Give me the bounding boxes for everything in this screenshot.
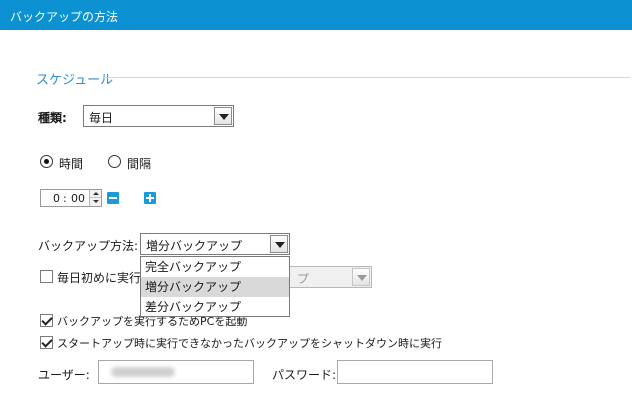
option-differential-backup[interactable]: 差分バックアップ: [141, 297, 289, 317]
spin-down-icon[interactable]: [90, 198, 101, 206]
time-hour: 0: [53, 192, 60, 205]
user-input[interactable]: [98, 360, 254, 384]
backup-method-select[interactable]: 増分バックアップ: [140, 233, 290, 255]
schedule-section-title: スケジュール: [36, 73, 114, 88]
time-minute: 00: [71, 192, 85, 205]
chevron-down-icon[interactable]: [214, 107, 232, 125]
daily-first-checkbox[interactable]: [40, 270, 53, 283]
backup-method-dropdown-list[interactable]: 完全バックアップ 増分バックアップ 差分バックアップ: [140, 256, 290, 317]
window-titlebar: バックアップの方法: [0, 0, 632, 30]
type-label: 種類:: [38, 111, 67, 125]
password-input[interactable]: [337, 360, 493, 384]
run-missed-checkbox[interactable]: [40, 336, 53, 349]
schedule-type-value: 毎日: [89, 111, 114, 125]
daily-first-select-value: プ: [297, 272, 310, 286]
window-title: バックアップの方法: [10, 10, 119, 24]
mode-interval-radio[interactable]: [108, 155, 121, 168]
remove-time-button[interactable]: [107, 192, 119, 204]
user-label: ユーザー:: [38, 368, 90, 382]
mode-time-label: 時間: [59, 157, 84, 171]
time-input[interactable]: 0 : 00: [40, 189, 102, 207]
time-separator: :: [63, 192, 67, 205]
chevron-down-icon[interactable]: [270, 235, 288, 253]
backup-method-value: 増分バックアップ: [146, 239, 243, 253]
backup-method-label: バックアップ方法:: [38, 239, 139, 253]
mode-time-radio[interactable]: [40, 155, 53, 168]
option-full-backup[interactable]: 完全バックアップ: [141, 257, 289, 277]
schedule-type-select[interactable]: 毎日: [83, 105, 234, 127]
chevron-down-icon: [352, 268, 370, 286]
daily-first-label: 毎日初めに実行: [57, 271, 142, 285]
run-missed-label: スタートアップ時に実行できなかったバックアップをシャットダウン時に実行: [57, 337, 442, 350]
section-divider: [104, 77, 630, 78]
mode-interval-label: 間隔: [127, 157, 152, 171]
password-label: パスワード:: [272, 368, 337, 382]
add-time-button[interactable]: [144, 192, 156, 204]
time-spinner[interactable]: [89, 190, 101, 206]
spin-up-icon[interactable]: [90, 190, 101, 198]
start-pc-checkbox[interactable]: [40, 314, 53, 327]
redacted-username: [111, 367, 175, 377]
option-incremental-backup[interactable]: 増分バックアップ: [141, 277, 289, 297]
